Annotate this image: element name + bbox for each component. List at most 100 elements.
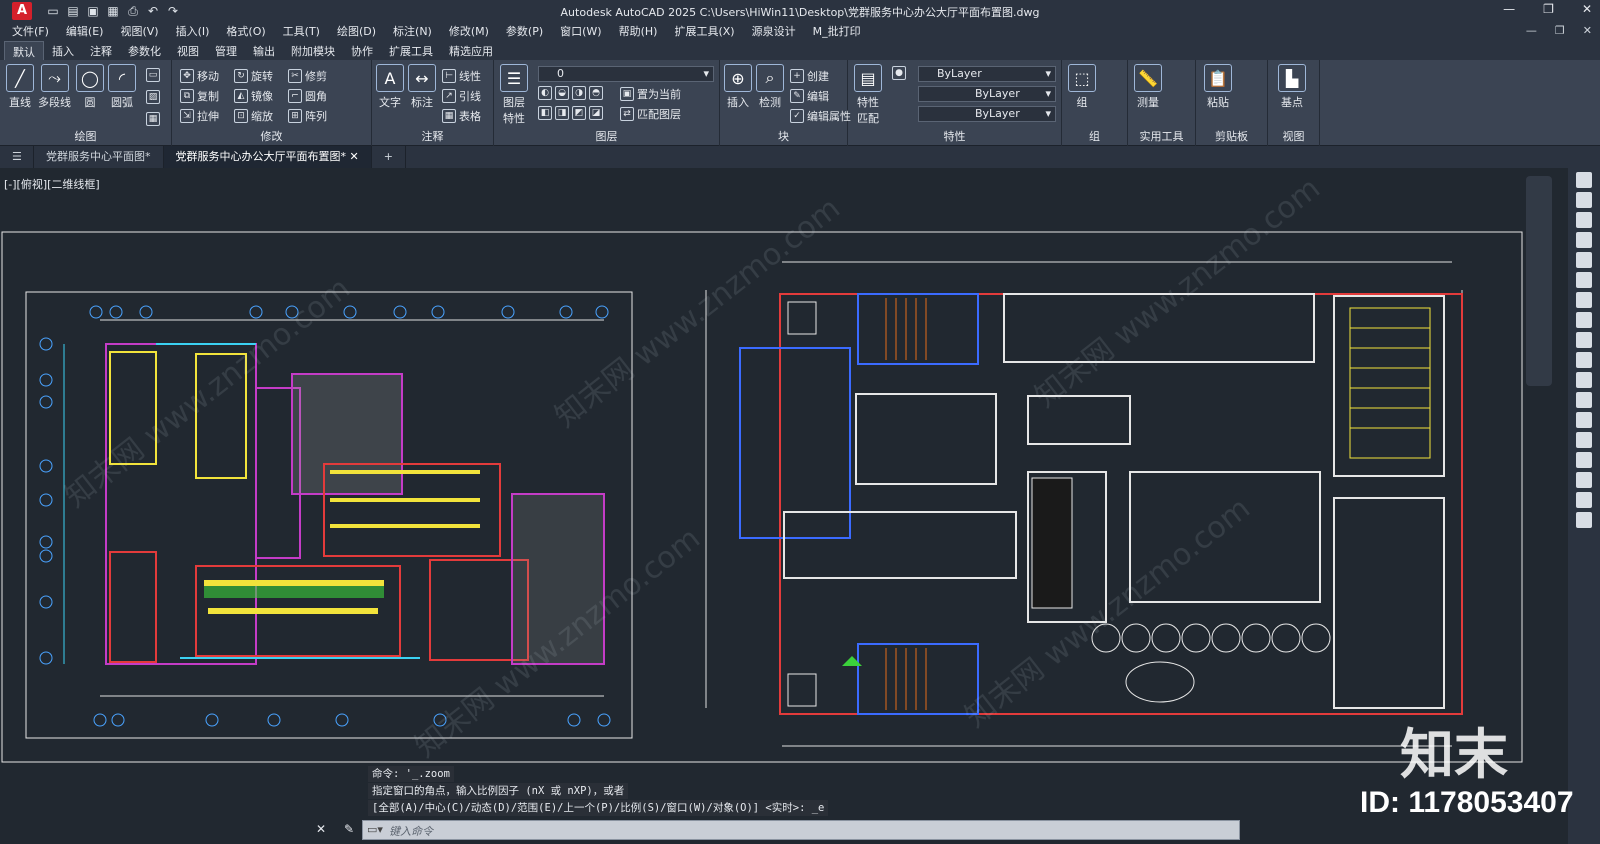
tab-extension-tools[interactable]: 扩展工具 [381, 41, 441, 60]
array-button[interactable]: ⊞ 阵列 [288, 108, 327, 124]
tool-icon[interactable] [1576, 412, 1592, 428]
tool-icon[interactable] [1576, 352, 1592, 368]
layer-properties-button[interactable]: ☰ 图层 特性 [500, 64, 528, 126]
move-button[interactable]: ✥ 移动 [180, 68, 219, 84]
trim-button[interactable]: ✂ 修剪 [288, 68, 327, 84]
tool-icon[interactable] [1576, 392, 1592, 408]
tool-icon[interactable] [1576, 492, 1592, 508]
menu-yuanquan[interactable]: 源泉设计 [752, 23, 796, 39]
open-file-icon[interactable]: ▤ [66, 4, 80, 18]
rotate-button[interactable]: ↻ 旋转 [234, 68, 273, 84]
match-layer-button[interactable]: ⇄ 匹配图层 [620, 106, 681, 122]
measure-button[interactable]: 📏 测量 [1134, 64, 1162, 110]
fillet-button[interactable]: ⌐ 圆角 [288, 88, 327, 104]
leader-button[interactable]: ↗ 引线 [442, 88, 481, 104]
save-icon[interactable]: ▣ [86, 4, 100, 18]
insert-block-button[interactable]: ⊕ 插入 [724, 64, 752, 110]
menu-extension-tools[interactable]: 扩展工具(X) [674, 23, 734, 39]
menu-window[interactable]: 窗口(W) [560, 23, 601, 39]
view-panel-title[interactable]: 视图 [1268, 128, 1319, 144]
menu-modify[interactable]: 修改(M) [449, 23, 489, 39]
tool-icon[interactable] [1576, 252, 1592, 268]
new-file-icon[interactable]: ▭ [46, 4, 60, 18]
new-tab-icon[interactable]: + [372, 146, 406, 168]
layer-dropdown[interactable]: 0 [538, 66, 714, 82]
tab-addins[interactable]: 附加模块 [283, 41, 343, 60]
doc-tab-2[interactable]: 党群服务中心办公大厅平面布置图* ✕ [163, 146, 372, 168]
doc-minimize-icon[interactable]: — [1526, 24, 1537, 37]
menu-format[interactable]: 格式(O) [226, 23, 265, 39]
undo-icon[interactable]: ↶ [146, 4, 160, 18]
tab-featured-apps[interactable]: 精选应用 [441, 41, 501, 60]
circle-button[interactable]: ◯ 圆 [76, 64, 104, 110]
properties-panel-title[interactable]: 特性 [848, 128, 1061, 144]
doc-close-icon[interactable]: ✕ [1583, 24, 1592, 37]
menu-file[interactable]: 文件(F) [12, 23, 49, 39]
clipboard-panel-title[interactable]: 剪贴板 [1196, 128, 1267, 144]
plot-icon[interactable]: ⎙ [126, 4, 140, 18]
annotation-panel-title[interactable]: 注释 [372, 128, 493, 144]
tool-icon[interactable] [1576, 512, 1592, 528]
doc-restore-icon[interactable]: ❐ [1555, 24, 1565, 37]
scale-button[interactable]: ⊡ 缩放 [234, 108, 273, 124]
menu-dimension[interactable]: 标注(N) [393, 23, 432, 39]
menu-help[interactable]: 帮助(H) [619, 23, 658, 39]
group-panel-title[interactable]: 组 [1062, 128, 1127, 144]
command-input[interactable]: ▭▾ 键入命令 [362, 820, 1240, 840]
tool-icon[interactable] [1576, 172, 1592, 188]
close-icon[interactable]: ✕ [1582, 2, 1592, 16]
create-block-button[interactable]: + 创建 [790, 68, 829, 84]
table-button[interactable]: ▦ 表格 [442, 108, 481, 124]
block-panel-title[interactable]: 块 [720, 128, 847, 144]
linear-button[interactable]: ⊢ 线性 [442, 68, 481, 84]
mirror-button[interactable]: ◭ 镜像 [234, 88, 273, 104]
navigation-bar[interactable] [1526, 176, 1552, 386]
line-button[interactable]: ╱ 直线 [6, 64, 34, 110]
tool-icon[interactable] [1576, 472, 1592, 488]
doc-tab-1[interactable]: 党群服务中心平面图* [34, 146, 164, 168]
check-block-button[interactable]: ⌕ 检测 [756, 64, 784, 110]
region-icon[interactable]: ▦ [146, 112, 160, 126]
tool-icon[interactable] [1576, 272, 1592, 288]
tab-view[interactable]: 视图 [169, 41, 207, 60]
stretch-button[interactable]: ⇲ 拉伸 [180, 108, 219, 124]
modify-panel-title[interactable]: 修改 [172, 128, 371, 144]
utilities-panel-title[interactable]: 实用工具 [1128, 128, 1195, 144]
command-customize-icon[interactable]: ✎ [344, 822, 354, 836]
layers-panel-title[interactable]: 图层 [494, 128, 719, 144]
command-close-icon[interactable]: ✕ [316, 822, 326, 836]
tool-icon[interactable] [1576, 332, 1592, 348]
menu-batch-plot[interactable]: M_批打印 [813, 23, 861, 39]
tool-icon[interactable] [1576, 432, 1592, 448]
layer-tools-row-2[interactable]: ◧ ◨ ◩ ◪ [538, 106, 603, 120]
color-dropdown[interactable]: ByLayer [918, 66, 1056, 82]
save-as-icon[interactable]: ▦ [106, 4, 120, 18]
tool-icon[interactable] [1576, 212, 1592, 228]
rectangle-icon[interactable]: ▭ [146, 68, 160, 82]
tab-manage[interactable]: 管理 [207, 41, 245, 60]
tab-default[interactable]: 默认 [4, 41, 44, 60]
text-button[interactable]: A 文字 [376, 64, 404, 110]
command-prompt-icon[interactable]: ▭▾ [367, 823, 383, 836]
copy-button[interactable]: ⧉ 复制 [180, 88, 219, 104]
tool-icon[interactable] [1576, 312, 1592, 328]
color-wheel-icon[interactable]: ● [892, 66, 906, 80]
draw-panel-title[interactable]: 绘图 [0, 128, 171, 144]
menu-insert[interactable]: 插入(I) [176, 23, 210, 39]
tool-icon[interactable] [1576, 192, 1592, 208]
tab-insert[interactable]: 插入 [44, 41, 82, 60]
autocad-logo-icon[interactable]: A [12, 2, 32, 20]
set-current-button[interactable]: ▣ 置为当前 [620, 86, 681, 102]
tool-icon[interactable] [1576, 452, 1592, 468]
match-properties-button[interactable]: ▤ 特性 匹配 [854, 64, 882, 126]
layer-tools-row-1[interactable]: ◐ ◒ ◑ ◓ [538, 86, 603, 100]
menu-parametric[interactable]: 参数(P) [506, 23, 543, 39]
tool-icon[interactable] [1576, 292, 1592, 308]
maximize-icon[interactable]: ❐ [1543, 2, 1554, 16]
tool-icon[interactable] [1576, 372, 1592, 388]
hamburger-menu-icon[interactable]: ☰ [0, 146, 34, 168]
linetype-dropdown[interactable]: ByLayer [918, 86, 1056, 102]
lineweight-dropdown[interactable]: ByLayer [918, 106, 1056, 122]
base-button[interactable]: ▙ 基点 [1278, 64, 1306, 110]
tab-output[interactable]: 输出 [245, 41, 283, 60]
